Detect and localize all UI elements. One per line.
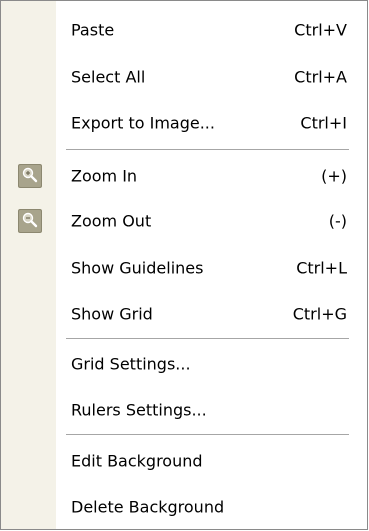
menu-item-shortcut: (+) bbox=[321, 166, 347, 185]
menu-item-show-guidelines[interactable]: Show Guidelines Ctrl+L bbox=[1, 244, 367, 291]
menu-separator bbox=[66, 434, 349, 435]
menu-item-label: Zoom Out bbox=[71, 211, 152, 230]
context-menu: Paste Ctrl+V Select All Ctrl+A Export to… bbox=[0, 0, 368, 530]
menu-item-label: Show Grid bbox=[71, 304, 153, 323]
menu-item-shortcut: Ctrl+G bbox=[292, 304, 347, 323]
menu-item-label: Grid Settings... bbox=[71, 354, 191, 373]
menu-item-delete-background[interactable]: Delete Background bbox=[1, 483, 367, 530]
menu-item-show-grid[interactable]: Show Grid Ctrl+G bbox=[1, 290, 367, 337]
menu-item-shortcut: Ctrl+V bbox=[294, 20, 347, 39]
zoom-in-icon bbox=[18, 163, 42, 188]
menu-item-label: Rulers Settings... bbox=[71, 400, 207, 419]
menu-item-paste[interactable]: Paste Ctrl+V bbox=[1, 6, 367, 53]
menu-item-label: Zoom In bbox=[71, 166, 138, 185]
menu-item-shortcut: Ctrl+A bbox=[294, 67, 347, 86]
menu-item-edit-background[interactable]: Edit Background bbox=[1, 437, 367, 484]
menu-item-export-to-image[interactable]: Export to Image... Ctrl+I bbox=[1, 99, 367, 146]
menu-item-shortcut: Ctrl+L bbox=[296, 258, 347, 277]
menu-item-shortcut: Ctrl+I bbox=[300, 113, 347, 132]
menu-item-label: Delete Background bbox=[71, 497, 225, 516]
menu-item-label: Edit Background bbox=[71, 451, 203, 470]
menu-item-zoom-out[interactable]: Zoom Out (-) bbox=[1, 197, 367, 244]
menu-item-label: Show Guidelines bbox=[71, 258, 204, 277]
menu-item-rulers-settings[interactable]: Rulers Settings... bbox=[1, 386, 367, 433]
menu-separator bbox=[66, 338, 349, 339]
menu-item-grid-settings[interactable]: Grid Settings... bbox=[1, 340, 367, 387]
menu-item-label: Export to Image... bbox=[71, 113, 215, 132]
zoom-out-icon bbox=[18, 208, 42, 233]
menu-item-select-all[interactable]: Select All Ctrl+A bbox=[1, 53, 367, 100]
menu-item-zoom-in[interactable]: Zoom In (+) bbox=[1, 152, 367, 199]
menu-item-shortcut: (-) bbox=[328, 211, 347, 230]
menu-separator bbox=[66, 149, 349, 150]
menu-item-label: Paste bbox=[71, 20, 115, 39]
menu-item-label: Select All bbox=[71, 67, 146, 86]
